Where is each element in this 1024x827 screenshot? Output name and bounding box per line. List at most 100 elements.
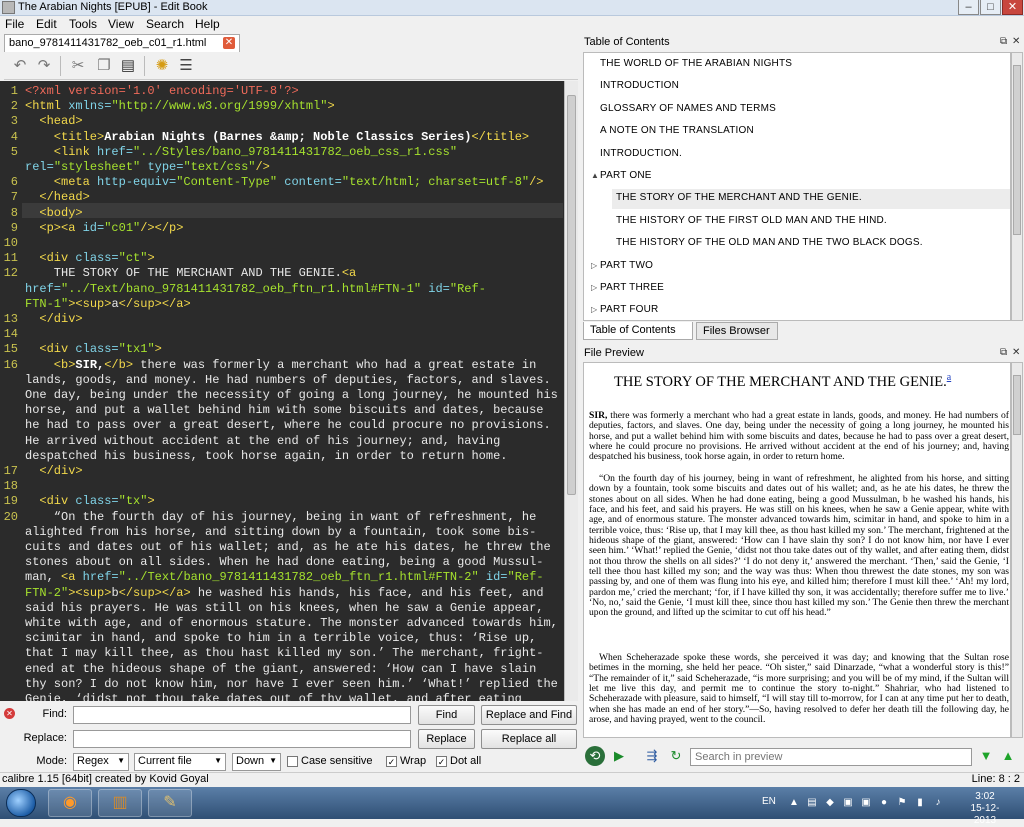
toc-item[interactable]: INTRODUCTION: [600, 80, 679, 91]
replace-input[interactable]: [73, 730, 411, 748]
code-line: that I may kill thee, as thou hast kille…: [25, 646, 543, 661]
toc-item[interactable]: A NOTE ON THE TRANSLATION: [600, 125, 754, 136]
toc-item[interactable]: THE WORLD OF THE ARABIAN NIGHTS: [600, 58, 792, 69]
code-token: "http://www.w3.org/1999/xhtml": [111, 99, 328, 114]
find-button[interactable]: Find: [418, 705, 475, 725]
code-token: "text/html; charset=utf-8": [341, 175, 530, 190]
expand-down-icon[interactable]: ▲: [591, 171, 599, 180]
toc-item[interactable]: THE HISTORY OF THE FIRST OLD MAN AND THE…: [616, 215, 887, 226]
code-token: id=: [82, 220, 105, 235]
editor-toolbar: ↶ ↷ ✂ ❐ ▤ ✺ ☰: [4, 52, 578, 80]
toc-item[interactable]: PART THREE: [600, 282, 664, 293]
toc-scroll-thumb[interactable]: [1013, 65, 1021, 235]
menu-file[interactable]: File: [5, 17, 24, 31]
close-window-button[interactable]: ✕: [1002, 0, 1023, 15]
code-line: <body>: [25, 206, 82, 221]
replace-and-find-button[interactable]: Replace and Find: [481, 705, 577, 725]
editor-scroll-thumb[interactable]: [567, 95, 576, 495]
toc-item[interactable]: INTRODUCTION.: [600, 148, 682, 159]
firefox-icon[interactable]: ◉: [48, 789, 92, 817]
preview-search-input[interactable]: [690, 748, 972, 766]
arrow-up-icon[interactable]: ▲: [998, 746, 1018, 766]
edit-book-icon[interactable]: ✎: [148, 789, 192, 817]
sync-icon[interactable]: ⟲: [585, 746, 605, 766]
tray-volume-icon[interactable]: ♪: [932, 797, 944, 809]
close-tab-icon[interactable]: ✕: [223, 37, 235, 49]
code-line: <div class="tx1">: [25, 342, 161, 357]
editor-file-tab[interactable]: bano_9781411431782_oeb_c01_r1.html ✕: [4, 34, 240, 52]
tab-table-of-contents[interactable]: Table of Contents: [583, 322, 693, 340]
close-panel-icon[interactable]: ✕: [1012, 347, 1020, 358]
dot-all-checkbox[interactable]: ✓: [436, 756, 447, 767]
preview-scroll-thumb[interactable]: [1013, 375, 1021, 435]
code-line: <?xml version='1.0' encoding='UTF-8'?>: [25, 84, 299, 99]
undo-icon[interactable]: ↶: [10, 56, 30, 76]
undock-icon[interactable]: ⧉: [1000, 347, 1007, 358]
tray-app-icon[interactable]: ▣: [842, 797, 854, 809]
tray-signal-icon[interactable]: ▮: [914, 797, 926, 809]
window-title: The Arabian Nights [EPUB] - Edit Book: [18, 1, 208, 13]
play-icon[interactable]: ▶: [609, 746, 629, 766]
find-input[interactable]: [73, 706, 411, 724]
maximize-button[interactable]: □: [980, 0, 1001, 15]
toc-item[interactable]: PART ONE: [600, 170, 652, 181]
minimize-button[interactable]: –: [958, 0, 979, 15]
library-icon[interactable]: ▥: [98, 789, 142, 817]
menu-search[interactable]: Search: [146, 17, 184, 31]
toc-item[interactable]: GLOSSARY OF NAMES AND TERMS: [600, 103, 776, 114]
menu-tools[interactable]: Tools: [69, 17, 97, 31]
wrap-checkbox[interactable]: ✓: [386, 756, 397, 767]
case-sensitive-label: Case sensitive: [301, 755, 373, 767]
preview-heading: THE STORY OF THE MERCHANT AND THE GENIE.…: [614, 372, 951, 391]
close-find-icon[interactable]: ✕: [4, 708, 15, 719]
redo-icon[interactable]: ↷: [34, 56, 54, 76]
tray-dropbox-icon[interactable]: ◆: [824, 797, 836, 809]
cursor-position: Line: 8 : 2: [971, 773, 1020, 785]
code-token: despatched his business, took horse agai…: [25, 448, 508, 463]
undock-icon[interactable]: ⧉: [1000, 36, 1007, 47]
editor-scrollbar[interactable]: [564, 81, 578, 701]
clock[interactable]: 3:02 15-12-2013: [960, 791, 1010, 827]
start-button[interactable]: [6, 789, 36, 817]
tray-network-icon[interactable]: ▤: [806, 797, 818, 809]
toc-item[interactable]: THE STORY OF THE MERCHANT AND THE GENIE.: [616, 192, 862, 203]
language-indicator[interactable]: EN: [762, 796, 776, 807]
file-preview[interactable]: THE STORY OF THE MERCHANT AND THE GENIE.…: [583, 362, 1011, 738]
toc-scrollbar[interactable]: [1011, 52, 1023, 321]
code-token: he had to pass over a great desert, wher…: [25, 418, 551, 433]
paste-icon[interactable]: ▤: [118, 56, 138, 76]
tray-arrow-icon[interactable]: ▲: [788, 797, 800, 809]
preview-scrollbar[interactable]: [1011, 362, 1023, 738]
menu-help[interactable]: Help: [195, 17, 220, 31]
tray-flag-icon[interactable]: ⚑: [896, 797, 908, 809]
cut-icon[interactable]: ✂: [68, 56, 88, 76]
case-sensitive-checkbox[interactable]: [287, 756, 298, 767]
toc-item[interactable]: PART TWO: [600, 260, 653, 271]
replace-all-button[interactable]: Replace all: [481, 729, 577, 749]
expand-right-icon[interactable]: ▷: [591, 283, 597, 292]
menu-edit[interactable]: Edit: [36, 17, 57, 31]
arrow-down-icon[interactable]: ▼: [976, 746, 996, 766]
beautify-icon[interactable]: ✺: [152, 56, 172, 76]
toc-item[interactable]: PART FOUR: [600, 304, 658, 315]
tab-files-browser[interactable]: Files Browser: [696, 322, 778, 340]
code-editor[interactable]: 1 2 3 4 5 6 7 8 9 10 11 12 13 14 15 16 17 18 19 20 <?xml ve…: [0, 81, 564, 701]
menu-view[interactable]: View: [108, 17, 134, 31]
split-icon[interactable]: ⇶: [642, 746, 662, 766]
footnote-link[interactable]: a: [947, 372, 951, 383]
scope-select[interactable]: Current file ▼: [134, 753, 226, 771]
pretty-print-icon[interactable]: ☰: [176, 56, 196, 76]
replace-button[interactable]: Replace: [418, 729, 475, 749]
expand-right-icon[interactable]: ▷: [591, 261, 597, 270]
mode-select[interactable]: Regex ▼: [73, 753, 129, 771]
tray-app-icon[interactable]: ●: [878, 797, 890, 809]
expand-right-icon[interactable]: ▷: [591, 305, 597, 314]
direction-select[interactable]: Down ▼: [232, 753, 281, 771]
copy-icon[interactable]: ❐: [94, 56, 114, 76]
refresh-icon[interactable]: ↻: [666, 746, 686, 766]
tray-app-icon[interactable]: ▣: [860, 797, 872, 809]
code-token: that I may kill thee, as thou hast kille…: [25, 646, 544, 661]
close-panel-icon[interactable]: ✕: [1012, 36, 1020, 47]
code-line: </div>: [25, 464, 82, 479]
toc-item[interactable]: THE HISTORY OF THE OLD MAN AND THE TWO B…: [616, 237, 923, 248]
